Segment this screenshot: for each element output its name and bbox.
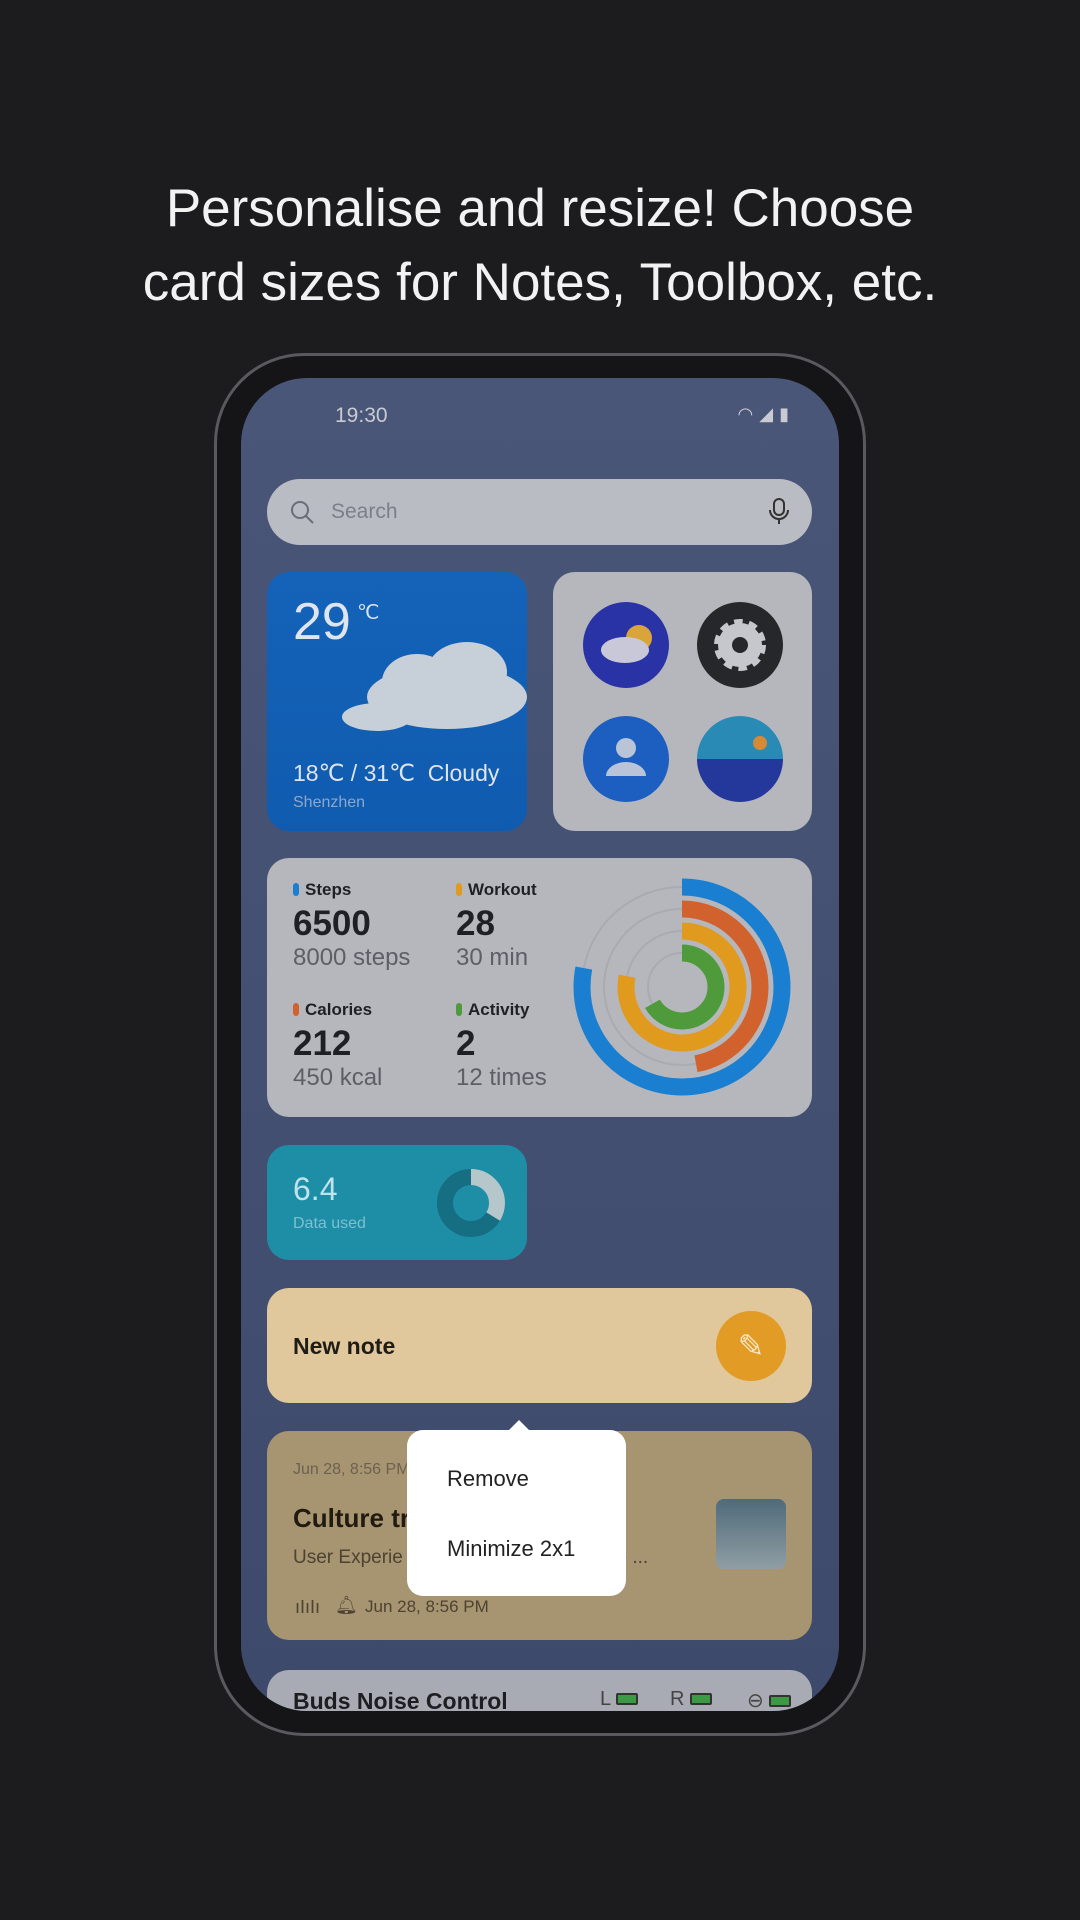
steps-value: 6500 (293, 904, 371, 943)
weather-range: 18℃ / 31℃ (293, 760, 415, 786)
note-thumbnail (716, 1499, 786, 1569)
battery-icon (769, 1695, 792, 1707)
widget-context-menu: Remove Minimize 2x1 (407, 1420, 626, 1596)
workout-label: Workout (456, 880, 537, 900)
app-shortcuts-widget (553, 572, 812, 831)
case-battery: ⊖ (747, 1688, 792, 1711)
weather-temp: 29 (293, 593, 351, 651)
battery-icon (690, 1693, 713, 1705)
workout-goal: 30 min (456, 944, 529, 971)
note-date: Jun 28, 8:56 PM (293, 1461, 410, 1478)
bell-icon: 🔔︎ (335, 1595, 358, 1615)
calories-label: Calories (293, 1000, 372, 1020)
gallery-app-icon[interactable] (697, 716, 783, 802)
waveform-icon: ıIıIı (295, 1597, 321, 1617)
buds-title: Buds Noise Control (293, 1688, 508, 1711)
steps-label: Steps (293, 880, 351, 900)
weather-unit: ℃ (357, 602, 380, 624)
weather-widget[interactable]: 29 ℃ 18℃ / 31℃ Cloudy Shenzhen (267, 572, 527, 831)
search-input[interactable]: Search (331, 500, 398, 524)
battery-icon (615, 1693, 638, 1705)
menu-item-remove[interactable]: Remove (447, 1466, 529, 1492)
buds-right: R (670, 1688, 713, 1711)
case-icon: ⊖ (747, 1690, 764, 1711)
wifi-icon: ◠ (737, 404, 760, 424)
note-reminder: Jun 28, 8:56 PM (365, 1597, 489, 1616)
activity-rings (573, 878, 791, 1096)
data-usage-label: Data used (293, 1215, 366, 1232)
fitness-widget[interactable]: Steps 6500 8000 steps Workout 28 30 min … (267, 858, 812, 1117)
battery-icon: ▮ (779, 404, 795, 424)
microphone-icon[interactable] (768, 497, 790, 527)
steps-goal: 8000 steps (293, 944, 411, 971)
activity-goal: 12 times (456, 1064, 547, 1091)
new-note-widget[interactable]: New note ✎ (267, 1288, 812, 1403)
headline-line-1: Personalise and resize! Choose (165, 179, 915, 238)
search-bar[interactable]: Search (267, 479, 812, 545)
new-note-label: New note (293, 1333, 396, 1359)
data-usage-value: 6.4 (293, 1171, 338, 1207)
data-usage-donut (437, 1169, 505, 1237)
calories-goal: 450 kcal (293, 1064, 383, 1091)
weather-condition: Cloudy (427, 760, 500, 786)
search-icon (291, 501, 314, 524)
activity-label: Activity (456, 1000, 529, 1020)
status-icons: ◠◢▮ (738, 404, 795, 425)
buds-left: L (600, 1688, 638, 1711)
note-title: Culture tr (293, 1503, 410, 1533)
headline: Personalise and resize! Choose card size… (0, 172, 1080, 320)
pencil-icon[interactable]: ✎ (716, 1311, 786, 1381)
menu-item-minimize[interactable]: Minimize 2x1 (447, 1536, 575, 1562)
weather-city: Shenzhen (293, 794, 366, 811)
weather-summary: 18℃ / 31℃ Cloudy (293, 760, 499, 787)
signal-icon: ◢ (759, 404, 780, 424)
phone-screen: 19:30 ◠◢▮ Search 29 ℃ 18℃ / 31℃ Cloudy S… (241, 378, 839, 1711)
settings-app-icon[interactable] (697, 602, 783, 688)
workout-value: 28 (456, 904, 495, 943)
headline-line-2: card sizes for Notes, Toolbox, etc. (142, 253, 938, 312)
data-usage-widget[interactable]: 6.4 Data used (267, 1145, 527, 1260)
weather-app-icon[interactable] (583, 602, 669, 688)
buds-widget[interactable]: Buds Noise Control L R ⊖ (267, 1670, 812, 1711)
note-preview-start: User Experie (293, 1547, 403, 1568)
cloud-image (342, 642, 527, 731)
contacts-app-icon[interactable] (583, 716, 669, 802)
status-time: 19:30 (335, 404, 388, 427)
activity-value: 2 (456, 1024, 476, 1063)
calories-value: 212 (293, 1024, 352, 1063)
